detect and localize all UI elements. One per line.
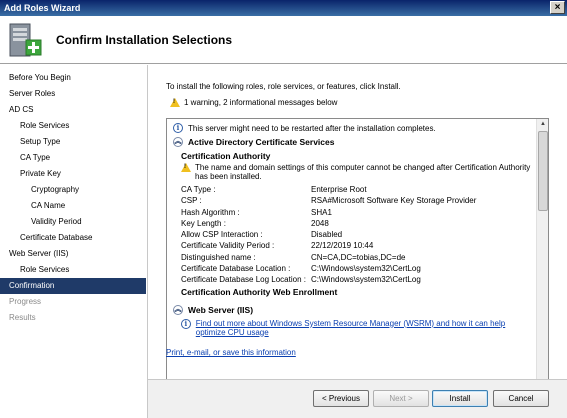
- web-enrollment-title: Certification Authority Web Enrollment: [181, 286, 338, 297]
- setting-value: Enterprise Root: [311, 185, 367, 194]
- sidebar-item-web-server-iis[interactable]: Web Server (IIS): [0, 246, 147, 262]
- setting-row: Certificate Validity Period : 22/12/2019 …: [173, 240, 531, 251]
- setting-row: CSP : RSA#Microsoft Software Key Storage …: [173, 195, 531, 206]
- adcs-section-header[interactable]: ︽ Active Directory Certificate Services: [173, 137, 531, 147]
- sidebar-item-setup-type[interactable]: Setup Type: [0, 134, 147, 150]
- previous-button[interactable]: < Previous: [313, 390, 369, 407]
- sidebar-item-adcs-role-services[interactable]: Role Services: [0, 118, 147, 134]
- wsrm-info-row: i Find out more about Windows System Res…: [173, 318, 531, 337]
- warning-icon: !: [170, 98, 180, 107]
- info-icon: i: [173, 123, 183, 133]
- info-icon: i: [181, 318, 191, 329]
- ca-subsection-title: Certification Authority: [181, 151, 271, 161]
- wizard-header: Confirm Installation Selections: [0, 16, 567, 64]
- setting-value: Disabled: [311, 230, 343, 240]
- vertical-scrollbar[interactable]: ▲ ▼: [536, 119, 548, 400]
- setting-key: Certificate Database Location :: [181, 264, 291, 274]
- sidebar-item-private-key[interactable]: Private Key: [0, 166, 147, 182]
- restart-info-text: This server might need to be restarted a…: [188, 123, 436, 133]
- setting-key: Allow CSP Interaction :: [181, 230, 263, 240]
- setting-key: CA Type :: [181, 185, 216, 194]
- scrollbar-thumb[interactable]: [538, 131, 548, 211]
- warning-icon: !: [181, 163, 191, 172]
- sidebar-item-validity-period[interactable]: Validity Period: [0, 214, 147, 230]
- selections-content: i This server might need to be restarted…: [167, 119, 537, 400]
- cancel-button[interactable]: Cancel: [493, 390, 549, 407]
- setting-key: Key Length :: [181, 218, 226, 228]
- setting-key: CSP :: [181, 196, 202, 206]
- setting-key: Distinguished name :: [181, 252, 256, 262]
- sidebar-item-before-you-begin[interactable]: Before You Begin: [0, 70, 147, 86]
- sidebar-item-ca-name[interactable]: CA Name: [0, 198, 147, 214]
- intro-text: To install the following roles, role ser…: [166, 82, 401, 91]
- ca-warning: ! The name and domain settings of this c…: [173, 163, 531, 181]
- adcs-section-title: Active Directory Certificate Services: [188, 137, 335, 147]
- message-summary: ! 1 warning, 2 informational messages be…: [170, 98, 337, 107]
- setting-value: C:\Windows\system32\CertLog: [311, 264, 421, 274]
- iis-section-title: Web Server (IIS): [188, 304, 254, 315]
- wsrm-info-link[interactable]: Find out more about Windows System Resou…: [196, 319, 531, 337]
- selections-panel[interactable]: i This server might need to be restarted…: [166, 118, 549, 401]
- server-add-icon: [9, 23, 42, 57]
- setting-row: Allow CSP Interaction : Disabled: [173, 229, 531, 240]
- collapse-icon[interactable]: ︽: [173, 304, 183, 315]
- print-email-save-link[interactable]: Print, e-mail, or save this information: [166, 348, 296, 357]
- sidebar-item-iis-role-services[interactable]: Role Services: [0, 262, 147, 278]
- page-title: Confirm Installation Selections: [56, 33, 233, 47]
- setting-row: CA Type : Enterprise Root: [173, 184, 531, 195]
- setting-value: 2048: [311, 218, 329, 228]
- window-titlebar: Add Roles Wizard ×: [0, 0, 567, 16]
- setting-key: Certificate Validity Period :: [181, 241, 275, 251]
- setting-key: Hash Algorithm :: [181, 207, 240, 217]
- collapse-icon[interactable]: ︽: [173, 137, 183, 147]
- window-title: Add Roles Wizard: [4, 3, 81, 13]
- setting-value: SHA1: [311, 207, 332, 217]
- sidebar-item-server-roles[interactable]: Server Roles: [0, 86, 147, 102]
- summary-text: 1 warning, 2 informational messages belo…: [184, 98, 338, 107]
- sidebar-item-cryptography[interactable]: Cryptography: [0, 182, 147, 198]
- close-button[interactable]: ×: [550, 1, 565, 14]
- scroll-up-icon[interactable]: ▲: [538, 119, 548, 129]
- iis-section-header[interactable]: ︽ Web Server (IIS): [173, 304, 531, 315]
- install-button[interactable]: Install: [432, 390, 488, 407]
- setting-key: Certificate Database Log Location :: [181, 275, 306, 285]
- restart-info-row: i This server might need to be restarted…: [173, 123, 531, 133]
- main-content: To install the following roles, role ser…: [148, 65, 567, 401]
- setting-row: Hash Algorithm : SHA1: [173, 207, 531, 218]
- wizard-sidebar: Before You Begin Server Roles AD CS Role…: [0, 65, 148, 418]
- ca-warning-text: The name and domain settings of this com…: [195, 163, 531, 181]
- sidebar-item-progress: Progress: [9, 297, 42, 306]
- setting-row: Certificate Database Location : C:\Window…: [173, 263, 531, 274]
- setting-value: C:\Windows\system32\CertLog: [311, 275, 421, 285]
- setting-value: RSA#Microsoft Software Key Storage Provi…: [311, 196, 477, 206]
- next-button: Next >: [373, 390, 429, 407]
- sidebar-item-confirmation[interactable]: Confirmation: [0, 278, 146, 294]
- sidebar-item-ad-cs[interactable]: AD CS: [0, 102, 147, 118]
- wizard-footer: < Previous Next > Install Cancel: [148, 379, 567, 418]
- setting-row: Key Length : 2048: [173, 218, 531, 229]
- setting-value: CN=CA,DC=tobias,DC=de: [311, 252, 406, 262]
- setting-row: Certificate Database Log Location : C:\Wi…: [173, 274, 531, 285]
- sidebar-item-ca-type[interactable]: CA Type: [0, 150, 147, 166]
- setting-row: Distinguished name : CN=CA,DC=tobias,DC=d…: [173, 252, 531, 263]
- setting-value: 22/12/2019 10:44: [311, 241, 374, 251]
- sidebar-item-results: Results: [9, 313, 36, 322]
- sidebar-item-certificate-database[interactable]: Certificate Database: [0, 230, 147, 246]
